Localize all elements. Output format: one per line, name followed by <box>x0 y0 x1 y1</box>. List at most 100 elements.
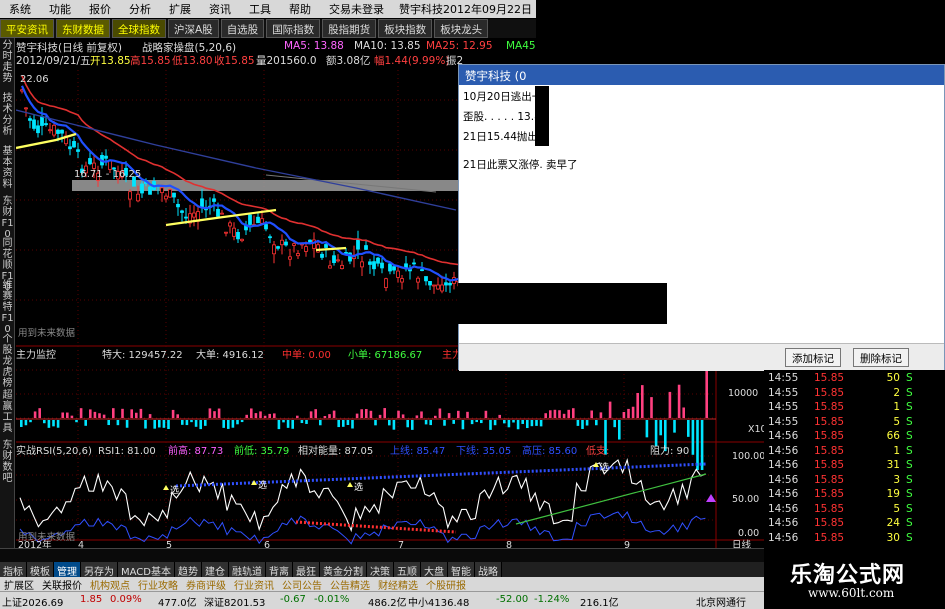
candle-body <box>412 262 416 265</box>
trade-side: S <box>906 488 913 500</box>
menu-item-function[interactable]: 功能 <box>40 1 80 17</box>
candle-body <box>168 189 172 198</box>
dialog-title: 赞宇科技 (0 <box>459 65 944 85</box>
sidebar-item-dongcai-f10[interactable]: 东财F10 <box>1 196 14 240</box>
info-tab[interactable]: 券商评级 <box>182 577 230 592</box>
volume-bar <box>553 409 557 418</box>
menu-item-quote[interactable]: 报价 <box>80 1 120 17</box>
volume-bar <box>245 414 248 418</box>
info-tab[interactable]: 公告精选 <box>326 577 374 592</box>
candle-body <box>220 212 224 215</box>
high-price-label: 22.06 <box>20 74 49 85</box>
rsi-gaodian: 高压: 85.60 <box>522 444 577 457</box>
volume-bar <box>213 411 216 418</box>
info-tab[interactable]: 扩展区 <box>0 577 38 592</box>
volume-bar <box>112 408 115 418</box>
volume-bar <box>176 414 179 418</box>
volume-bar <box>558 410 561 418</box>
sidebar-item-intraday[interactable]: 分时走势 <box>1 40 14 84</box>
trade-price: 15.85 <box>814 386 845 399</box>
candle-body <box>264 224 268 230</box>
volume-bar <box>618 420 621 440</box>
volume-bar <box>429 420 432 426</box>
volume-bar <box>254 413 258 418</box>
volume-bar <box>273 413 276 418</box>
add-mark-button[interactable]: 添加标记 <box>785 348 841 367</box>
trade-time: 14:56 <box>768 430 799 442</box>
sidebar-item-dragon-tiger[interactable]: 个股龙虎榜 <box>1 334 14 389</box>
rsi-select-tag: 选 <box>258 479 267 491</box>
volume-bar <box>466 411 469 418</box>
candle-body <box>448 282 452 286</box>
volume-bar <box>125 420 129 428</box>
info-tabs: 扩展区 关联报价 机构观点 行业攻略 券商评级 行业资讯 公司公告 公告精选 财经精选 个股研报 <box>0 577 764 592</box>
menu-item-system[interactable]: 系统 <box>0 1 40 17</box>
ma5-value: MA5: 13.88 <box>284 40 344 52</box>
tab-sector-leader[interactable]: 板块龙头 <box>434 19 489 38</box>
main-ctrl-teda: 特大: 129457.22 <box>102 348 183 361</box>
trade-price: 15.85 <box>814 502 845 515</box>
menu-item-help[interactable]: 帮助 <box>280 1 320 17</box>
candle-body <box>28 118 32 121</box>
broker-status: 北京网通行 <box>696 598 746 609</box>
info-tab[interactable]: 财经精选 <box>374 577 422 592</box>
trade-volume: 3 <box>893 473 900 486</box>
tab-global-index[interactable]: 全球指数 <box>112 19 166 38</box>
tab-sector-index[interactable]: 板块指数 <box>378 19 433 38</box>
sidebar-item-technical[interactable]: 技术分析 <box>1 93 14 137</box>
menu-item-analysis[interactable]: 分析 <box>120 1 160 17</box>
quick-tab-bar: 平安资讯 东财数据 全球指数 沪深A股 自选股 国际指数 股指期货 板块指数 板… <box>0 19 536 38</box>
x-tick-8: 8 <box>506 540 512 548</box>
tab-dongcai-data[interactable]: 东财数据 <box>56 19 110 38</box>
info-tab[interactable]: 关联报价 <box>38 577 86 592</box>
candle-body <box>356 238 360 250</box>
tab-watchlist[interactable]: 自选股 <box>220 19 265 38</box>
volume-bar <box>360 409 363 418</box>
volume-bar <box>489 420 492 430</box>
bar-change: 幅1.44(9.99%) <box>374 55 450 67</box>
menu-item-info[interactable]: 资讯 <box>200 1 240 17</box>
sidebar-item-super-tool[interactable]: 超赢工具 <box>1 390 14 434</box>
sidebar-item-basic-info[interactable]: 基本资料 <box>1 146 14 190</box>
tab-intl-index[interactable]: 国际指数 <box>266 19 321 38</box>
bar-amount: 额3.08亿 <box>326 55 371 67</box>
volume-bar <box>535 420 538 426</box>
trade-row: 14:56 15.85 24 S <box>764 517 945 531</box>
info-tab[interactable]: 机构观点 <box>86 577 134 592</box>
candle-body <box>48 129 52 132</box>
sidebar-item-wst-f10[interactable]: 维赛特F10 <box>1 280 14 335</box>
sz-index: 深证8201.53 <box>204 598 266 609</box>
volume-bar <box>116 420 120 426</box>
trade-side: S <box>906 415 913 428</box>
sidebar-item-dongcai-forum[interactable]: 东财数吧 <box>1 440 14 484</box>
index-status-bar: 上证2026.69 1.85 0.09% 477.0亿 深证8201.53 -0… <box>0 591 764 609</box>
menu-item-tools[interactable]: 工具 <box>240 1 280 17</box>
info-tab[interactable]: 行业攻略 <box>134 577 182 592</box>
volume-bar <box>194 420 198 427</box>
tab-index-futures[interactable]: 股指期货 <box>322 19 377 38</box>
trade-row: 14:56 15.85 3 S <box>764 474 945 488</box>
candle-body <box>296 253 300 257</box>
zx-amount: 216.1亿 <box>580 598 619 609</box>
menu-item-trade-login[interactable]: 交易未登录 <box>320 1 393 17</box>
info-tab[interactable]: 公司公告 <box>278 577 326 592</box>
rsi-xiangdui: 相对能量: 87.05 <box>298 444 373 457</box>
main-ctrl-zhong: 中单: 0.00 <box>282 348 331 361</box>
zx-change: -52.00 <box>496 594 529 605</box>
volume-bar <box>562 413 566 418</box>
candle-body <box>400 278 404 283</box>
candle-body <box>88 158 92 165</box>
dialog-footer: 添加标记 删除标记 <box>459 343 944 371</box>
rsi-title: 实战RSI(5,20,6) <box>16 444 92 457</box>
info-tab[interactable]: 行业资讯 <box>230 577 278 592</box>
volume-bar <box>388 420 391 426</box>
tab-hushen-a[interactable]: 沪深A股 <box>168 19 219 38</box>
info-tab[interactable]: 个股研报 <box>422 577 470 592</box>
menu-item-extend[interactable]: 扩展 <box>160 1 200 17</box>
volume-bar <box>185 420 189 426</box>
tab-pingan-news[interactable]: 平安资讯 <box>0 19 54 38</box>
volume-bar <box>581 420 584 429</box>
volume-bar <box>576 420 580 426</box>
volume-bar <box>190 420 193 423</box>
delete-mark-button[interactable]: 删除标记 <box>853 348 909 367</box>
